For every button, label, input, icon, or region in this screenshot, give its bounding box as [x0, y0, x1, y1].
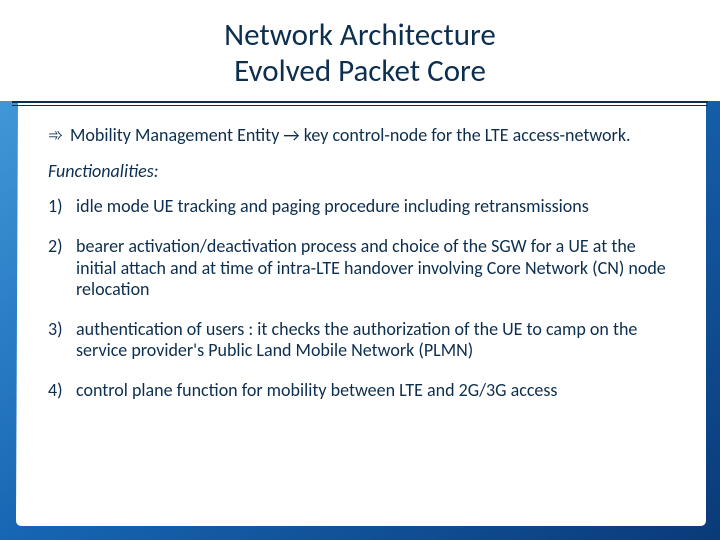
slide-body: ➾ Mobility Management Entity → key contr… — [0, 111, 720, 401]
title-line-1: Network Architecture — [40, 18, 680, 54]
item-text: control plane function for mobility betw… — [76, 380, 672, 402]
list-item: 1) idle mode UE tracking and paging proc… — [48, 196, 672, 218]
item-number: 1) — [48, 196, 76, 218]
intro-text: Mobility Management Entity → key control… — [70, 125, 672, 147]
intro-line: ➾ Mobility Management Entity → key contr… — [48, 125, 672, 147]
item-text: authentication of users : it checks the … — [76, 319, 672, 362]
item-number: 3) — [48, 319, 76, 362]
slide-title: Network Architecture Evolved Packet Core — [0, 0, 720, 101]
item-number: 4) — [48, 380, 76, 402]
list-item: 3) authentication of users : it checks t… — [48, 319, 672, 362]
arrow-bullet-icon: ➾ — [48, 125, 70, 147]
title-underline — [12, 101, 708, 111]
functionalities-label: Functionalities: — [48, 161, 672, 183]
list-item: 4) control plane function for mobility b… — [48, 380, 672, 402]
item-text: idle mode UE tracking and paging procedu… — [76, 196, 672, 218]
title-line-2: Evolved Packet Core — [40, 54, 680, 90]
list-item: 2) bearer activation/deactivation proces… — [48, 236, 672, 301]
item-text: bearer activation/deactivation process a… — [76, 236, 672, 301]
item-number: 2) — [48, 236, 76, 301]
